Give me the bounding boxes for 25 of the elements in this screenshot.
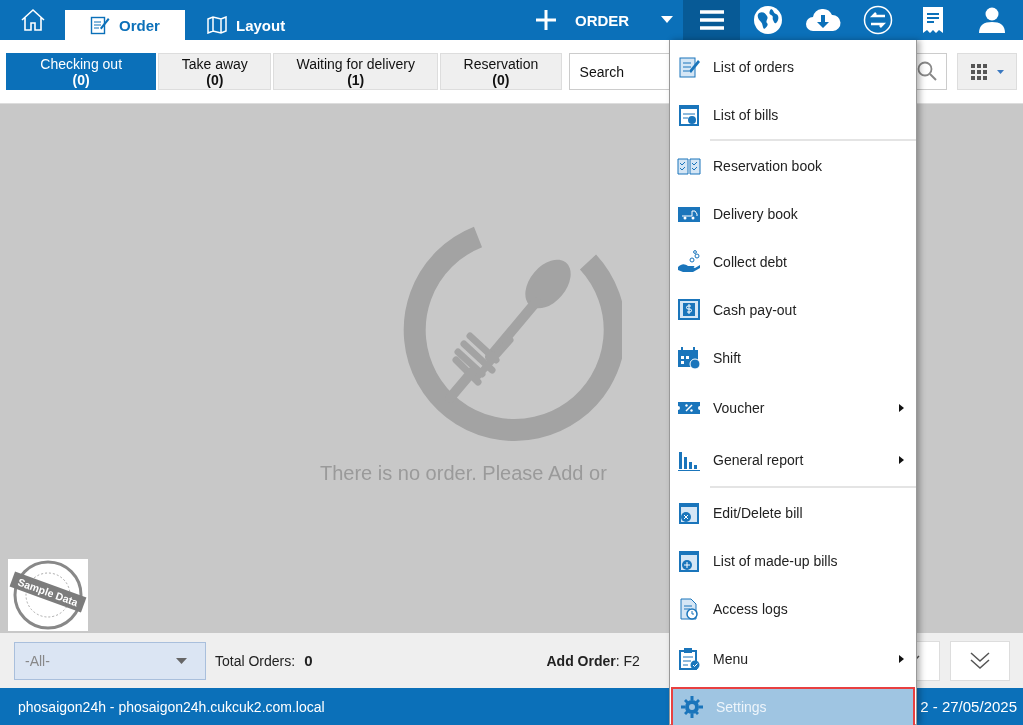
connection-info: phosaigon24h - phosaigon24h.cukcuk2.com.local xyxy=(18,698,325,715)
top-tab[interactable]: Order xyxy=(65,10,185,40)
total-orders-label: Total Orders: xyxy=(215,652,296,669)
menu-item[interactable]: Shift xyxy=(670,334,916,382)
total-orders-value: 0 xyxy=(304,652,313,669)
top-tab[interactable]: Layout xyxy=(185,10,308,40)
filter-tab[interactable]: Take away (0) xyxy=(158,53,272,90)
menu-item[interactable]: Edit/Delete bill xyxy=(670,489,916,537)
shortcut-hint: Add Order: F2 xyxy=(546,652,640,669)
filter-tab[interactable]: Reservation (0) xyxy=(440,53,562,90)
menu-item[interactable]: Cash pay-out xyxy=(670,286,916,334)
menu-item[interactable]: General report xyxy=(670,434,916,486)
date-range: 2 - 27/05/2025 xyxy=(920,698,1017,715)
menu-item[interactable]: Collect debt xyxy=(670,238,916,286)
menu-item[interactable]: Voucher xyxy=(670,382,916,434)
filter-tab[interactable]: Checking out (0) xyxy=(6,53,157,90)
menu-item[interactable]: List of orders xyxy=(670,43,916,91)
menu-item[interactable]: List of made-up bills xyxy=(670,537,916,585)
menu-item[interactable]: Menu xyxy=(670,633,916,685)
menu-item[interactable]: Reservation book xyxy=(670,142,916,190)
menu-item[interactable]: List of bills xyxy=(670,91,916,139)
filter-tab[interactable]: Waiting for delivery (1) xyxy=(273,53,439,90)
menu-item[interactable]: Access logs xyxy=(670,585,916,633)
menu-item[interactable]: Delivery book xyxy=(670,190,916,238)
add-order-button[interactable]: ORDER xyxy=(535,0,683,40)
